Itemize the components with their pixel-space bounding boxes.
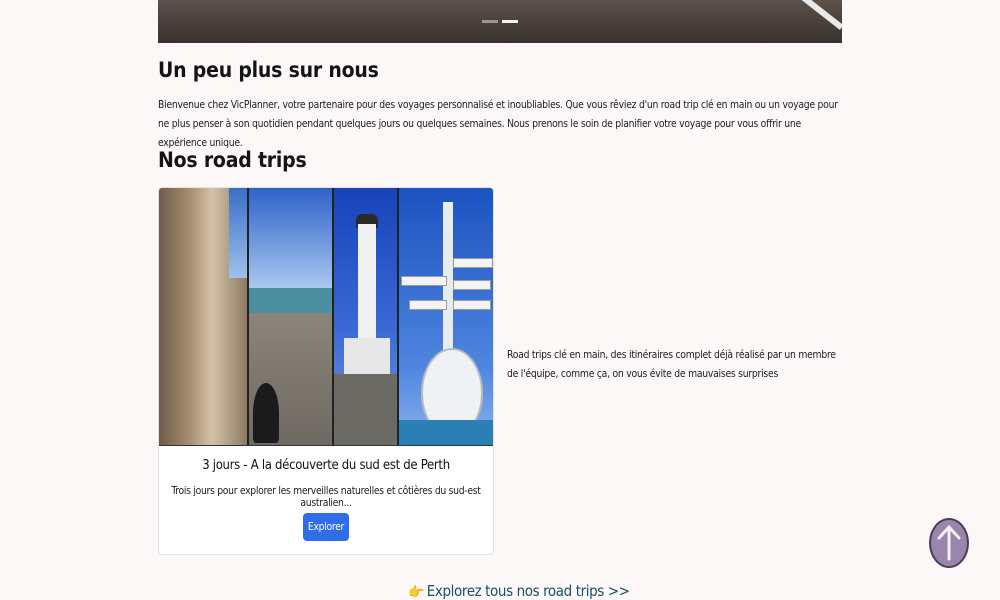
road-trips-title: Nos road trips [158, 148, 307, 172]
carousel-indicator-1[interactable] [482, 20, 498, 23]
carousel-indicators [482, 20, 518, 23]
card-title: 3 jours - A la découverte du sud est de … [202, 458, 450, 473]
all-road-trips-link[interactable]: 👉 Explorez tous nos road trips >> [408, 582, 630, 600]
about-title: Un peu plus sur nous [158, 58, 379, 82]
road-trips-description: Road trips clé en main, des itinéraires … [507, 349, 836, 380]
carousel-indicator-2[interactable] [502, 20, 518, 23]
road-trip-card: 3 jours - A la découverte du sud est de … [158, 187, 494, 555]
about-text: Bienvenue chez VicPlanner, votre partena… [158, 99, 838, 149]
scroll-to-top-button[interactable] [929, 518, 969, 568]
photo-wave-rock [159, 188, 249, 445]
road-marking [792, 0, 842, 30]
arrow-up-icon [937, 525, 961, 561]
card-description: Trois jours pour explorer les merveilles… [171, 485, 481, 509]
road-trip-card-image [159, 188, 493, 446]
hero-carousel [158, 0, 842, 43]
pointing-hand-icon: 👉 [408, 585, 424, 600]
photo-coast-rocks [249, 188, 334, 445]
explore-button[interactable]: Explorer [303, 513, 349, 541]
photo-signpost [399, 188, 493, 445]
all-road-trips-label: Explorez tous nos road trips >> [426, 582, 630, 600]
photo-lighthouse [334, 188, 399, 445]
